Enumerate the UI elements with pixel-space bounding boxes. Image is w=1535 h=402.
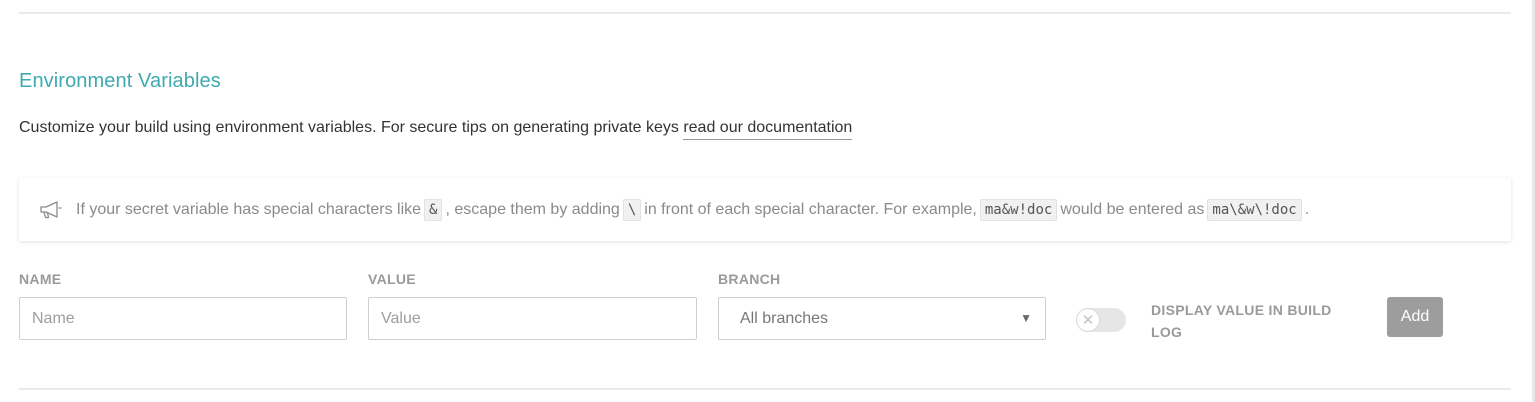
megaphone-icon [39, 200, 63, 220]
branch-select[interactable]: All branches ▼ [718, 297, 1046, 340]
code-ampersand: & [424, 198, 443, 221]
display-value-toggle[interactable]: ✕ [1076, 308, 1126, 332]
branch-selected-value: All branches [740, 309, 829, 327]
special-characters-notice: If your secret variable has special char… [19, 178, 1511, 241]
notice-text-3: in front of each special character. For … [644, 200, 977, 218]
notice-text-5: . [1304, 200, 1310, 218]
code-example-raw: ma&w!doc [979, 198, 1058, 221]
display-value-label: DISPLAY VALUE IN BUILD LOG [1151, 302, 1332, 340]
bottom-divider [19, 388, 1511, 390]
add-button[interactable]: Add [1387, 297, 1443, 337]
code-example-escaped: ma\&w\!doc [1207, 198, 1302, 221]
chevron-down-icon: ▼ [1020, 311, 1032, 325]
env-vars-page: Environment Variables Customize your bui… [0, 0, 1535, 402]
branch-label: BRANCH [718, 271, 781, 287]
section-title: Environment Variables [19, 70, 221, 92]
toggle-off-icon: ✕ [1076, 308, 1100, 332]
notice-text-2: , escape them by adding [445, 200, 620, 218]
top-divider [19, 12, 1511, 14]
name-label: NAME [19, 271, 62, 287]
notice-text-1: If your secret variable has special char… [76, 200, 422, 218]
documentation-link[interactable]: read our documentation [683, 119, 853, 140]
value-label: VALUE [368, 271, 416, 287]
value-input[interactable] [368, 297, 697, 340]
intro-text: Customize your build using environment v… [19, 119, 853, 140]
code-backslash: \ [622, 198, 642, 221]
name-input[interactable] [19, 297, 347, 340]
intro-description: Customize your build using environment v… [19, 119, 684, 136]
notice-text-4: would be entered as [1060, 200, 1205, 218]
